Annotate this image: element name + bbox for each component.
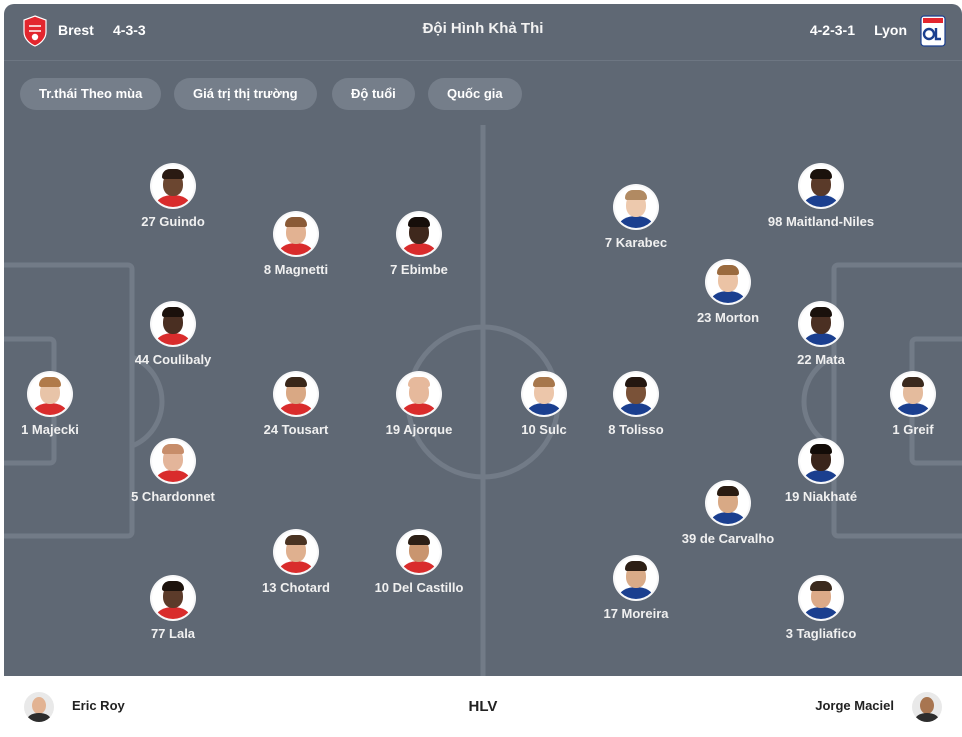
player-label: 8 Magnetti xyxy=(263,262,329,277)
player-label: 7 Ebimbe xyxy=(390,262,448,277)
away-player-6[interactable]: 23 Morton xyxy=(663,261,793,326)
away-player-10[interactable]: 17 Moreira xyxy=(571,557,701,622)
away-coach-avatar[interactable] xyxy=(912,692,942,722)
player-avatar xyxy=(800,440,842,482)
player-avatar xyxy=(152,577,194,619)
player-label: 3 Tagliafico xyxy=(785,626,857,641)
home-player-2[interactable]: 27 Guindo xyxy=(108,165,238,230)
player-label: 19 Ajorque xyxy=(385,422,453,437)
home-player-11[interactable]: 10 Del Castillo xyxy=(354,531,484,596)
filter-bar: Tr.thái Theo mùa Giá trị thị trường Độ t… xyxy=(4,60,962,125)
away-coach-name[interactable]: Jorge Maciel xyxy=(815,698,894,713)
player-avatar xyxy=(707,482,749,524)
home-player-10[interactable]: 19 Ajorque xyxy=(354,373,484,438)
player-label: 24 Tousart xyxy=(263,422,329,437)
pitch: 1 Majecki 27 Guindo 44 Coulibaly 5 Chardonn… xyxy=(4,125,962,676)
player-label: 98 Maitland-Niles xyxy=(767,214,875,229)
player-label: 77 Lala xyxy=(150,626,196,641)
player-avatar xyxy=(398,213,440,255)
player-label: 39 de Carvalho xyxy=(681,531,775,546)
player-avatar xyxy=(152,303,194,345)
home-player-5[interactable]: 77 Lala xyxy=(108,577,238,642)
player-label: 44 Coulibaly xyxy=(134,352,212,367)
player-avatar xyxy=(523,373,565,415)
player-label: 27 Guindo xyxy=(141,214,205,229)
player-avatar xyxy=(275,373,317,415)
home-player-9[interactable]: 7 Ebimbe xyxy=(354,213,484,278)
player-label: 22 Mata xyxy=(797,352,845,367)
player-label: 23 Morton xyxy=(696,310,760,325)
lyon-badge-icon[interactable] xyxy=(920,15,946,52)
lineup-widget: Brest 4-3-3 Đội Hình Khả Thi 4-2-3-1 Lyo… xyxy=(0,0,962,737)
away-player-7[interactable]: 39 de Carvalho xyxy=(663,482,793,547)
home-player-6[interactable]: 8 Magnetti xyxy=(231,213,361,278)
lineup-header: Brest 4-3-3 Đội Hình Khả Thi 4-2-3-1 Lyo… xyxy=(4,4,962,60)
filter-country[interactable]: Quốc gia xyxy=(428,78,522,110)
player-avatar xyxy=(615,557,657,599)
home-player-7[interactable]: 24 Tousart xyxy=(231,373,361,438)
filter-season-status[interactable]: Tr.thái Theo mùa xyxy=(20,78,162,110)
player-avatar xyxy=(800,303,842,345)
player-avatar xyxy=(29,373,71,415)
away-formation: 4-2-3-1 xyxy=(809,22,855,38)
home-player-3[interactable]: 44 Coulibaly xyxy=(108,303,238,368)
player-label: 10 Del Castillo xyxy=(374,580,464,595)
player-avatar xyxy=(800,577,842,619)
away-player-5[interactable]: 3 Tagliafico xyxy=(756,577,886,642)
player-avatar xyxy=(275,213,317,255)
player-label: 5 Chardonnet xyxy=(131,489,215,504)
player-avatar xyxy=(398,531,440,573)
home-player-4[interactable]: 5 Chardonnet xyxy=(108,440,238,505)
player-label: 1 Greif xyxy=(892,422,934,437)
coach-row: Eric Roy HLV Jorge Maciel xyxy=(4,676,962,737)
player-avatar xyxy=(892,373,934,415)
player-avatar xyxy=(615,373,657,415)
player-avatar xyxy=(800,165,842,207)
away-player-2[interactable]: 98 Maitland-Niles xyxy=(756,165,886,230)
player-label: 17 Moreira xyxy=(603,606,669,621)
player-avatar xyxy=(275,531,317,573)
player-avatar xyxy=(398,373,440,415)
away-team-name[interactable]: Lyon xyxy=(874,22,907,38)
home-player-1[interactable]: 1 Majecki xyxy=(4,373,115,438)
player-label: 7 Karabec xyxy=(604,235,668,250)
player-avatar xyxy=(615,186,657,228)
home-player-8[interactable]: 13 Chotard xyxy=(231,531,361,596)
player-avatar xyxy=(707,261,749,303)
away-player-8[interactable]: 7 Karabec xyxy=(571,186,701,251)
player-label: 13 Chotard xyxy=(262,580,330,595)
away-player-11[interactable]: 10 Sulc xyxy=(479,373,609,438)
player-avatar xyxy=(152,440,194,482)
player-label: 10 Sulc xyxy=(521,422,567,437)
player-label: 1 Majecki xyxy=(21,422,79,437)
filter-age[interactable]: Độ tuổi xyxy=(332,78,415,110)
player-avatar xyxy=(152,165,194,207)
away-player-1[interactable]: 1 Greif xyxy=(848,373,962,438)
filter-market-value[interactable]: Giá trị thị trường xyxy=(174,78,317,110)
